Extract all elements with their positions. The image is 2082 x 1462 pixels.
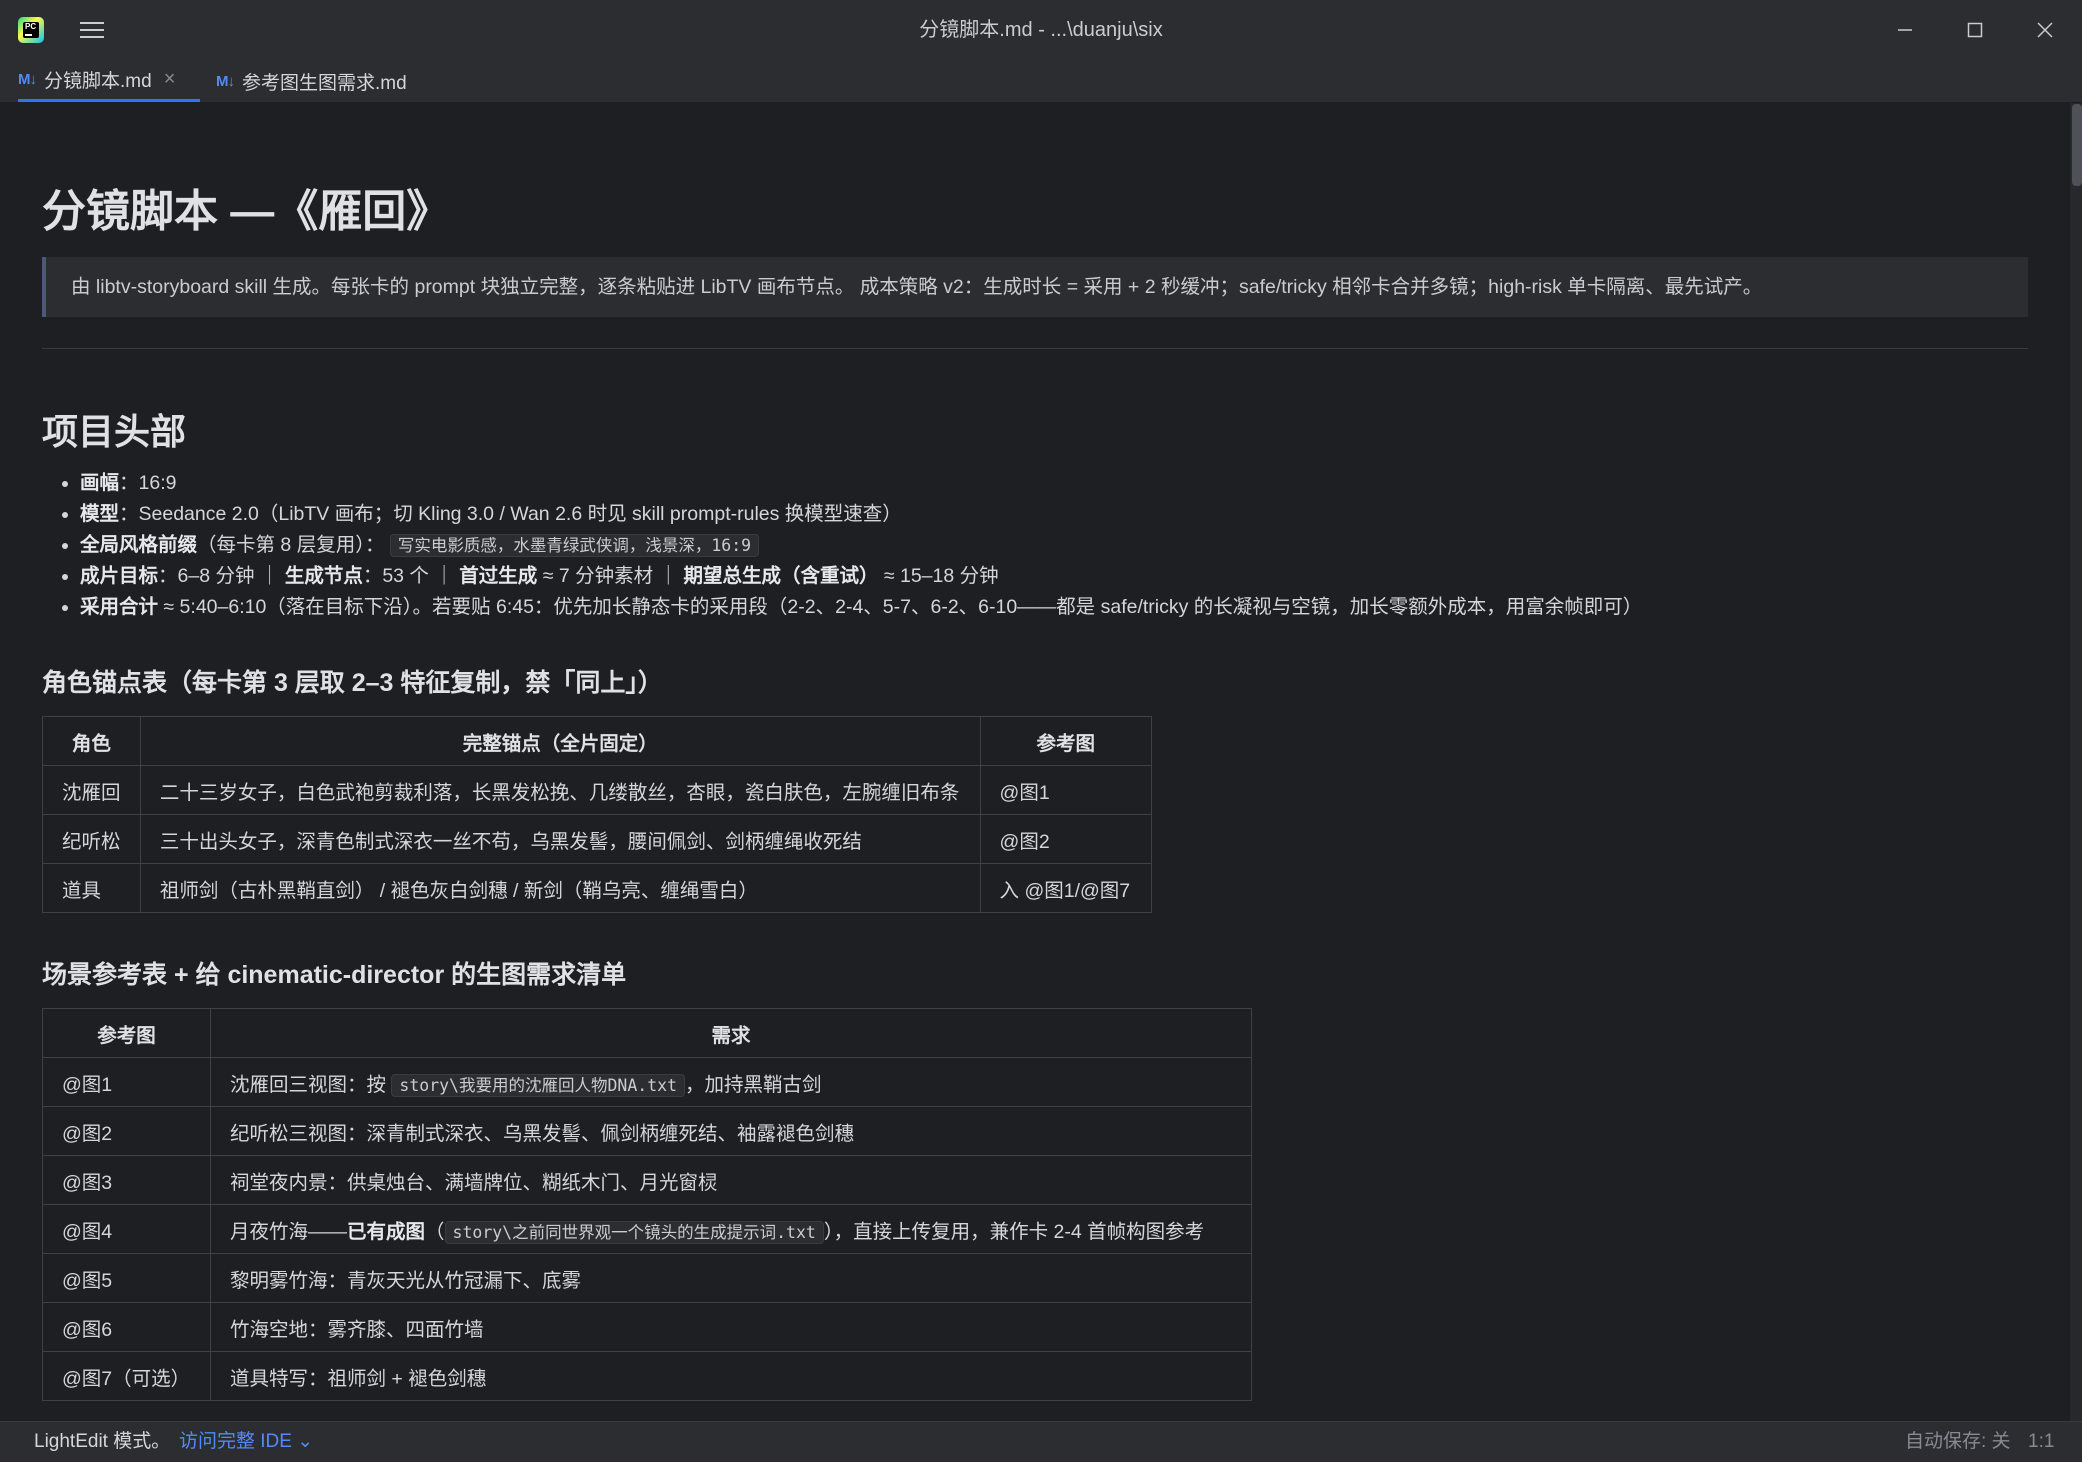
table-cell: 沈雁回 <box>42 765 141 815</box>
table-header: 角色 <box>42 716 141 766</box>
table-cell: @图4 <box>42 1204 211 1254</box>
table-cell: 竹海空地：雾齐膝、四面竹墙 <box>209 1302 1253 1352</box>
table-row: @图3 祠堂夜内景：供桌烛台、满墙牌位、糊纸木门、月光窗棂 <box>42 1155 1253 1205</box>
table-cell: @图1 <box>979 765 1153 815</box>
blockquote: 由 libtv-storyboard skill 生成。每张卡的 prompt … <box>42 257 2028 317</box>
maximize-button[interactable] <box>1940 0 2010 60</box>
editor-tab-bar: M↓ 分镜脚本.md × M↓ 参考图生图需求.md <box>0 60 2082 103</box>
table-row: 沈雁回 二十三岁女子，白色武袍剪裁利落，长黑发松挽、几缕散丝，杏眼，瓷白肤色，左… <box>42 765 1153 815</box>
minimize-icon <box>1898 29 1912 31</box>
table-cell: 纪听松三视图：深青制式深衣、乌黑发髻、佩剑柄缠死结、袖露褪色剑穗 <box>209 1106 1253 1156</box>
table-cell: @图2 <box>42 1106 211 1156</box>
section-heading-project-header: 项目头部 <box>42 411 187 452</box>
scene-reference-table: 参考图 需求 @图1 沈雁回三视图：按 story\我要用的沈雁回人物DNA.t… <box>42 1008 1253 1401</box>
close-icon <box>2037 22 2053 38</box>
list-item: 全局风格前缀（每卡第 8 层复用）： 写实电影质感，水墨青绿武侠调，浅景深，16… <box>42 530 1642 561</box>
table-cell: 祠堂夜内景：供桌烛台、满墙牌位、糊纸木门、月光窗棂 <box>209 1155 1253 1205</box>
chevron-down-icon: ⌄ <box>297 1431 314 1452</box>
status-bar: LightEdit 模式。 访问完整 IDE ⌄ 自动保存: 关 1:1 <box>0 1421 2082 1462</box>
table-row: @图5 黎明雾竹海：青灰天光从竹冠漏下、底雾 <box>42 1253 1253 1303</box>
table-cell: 二十三岁女子，白色武袍剪裁利落，长黑发松挽、几缕散丝，杏眼，瓷白肤色，左腕缠旧布… <box>139 765 981 815</box>
character-anchor-table: 角色 完整锚点（全片固定） 参考图 沈雁回 二十三岁女子，白色武袍剪裁利落，长黑… <box>42 716 1153 913</box>
table-row: 纪听松 三十出头女子，深青色制式深衣一丝不苟，乌黑发髻，腰间佩剑、剑柄缠绳收死结… <box>42 814 1153 864</box>
table-header-row: 参考图 需求 <box>42 1008 1253 1058</box>
table-row: @图1 沈雁回三视图：按 story\我要用的沈雁回人物DNA.txt ，加持黑鞘… <box>42 1057 1253 1107</box>
main-menu-icon[interactable] <box>78 16 106 44</box>
table-cell: 沈雁回三视图：按 story\我要用的沈雁回人物DNA.txt ，加持黑鞘古剑 <box>209 1057 1253 1107</box>
table-cell: 纪听松 <box>42 814 141 864</box>
inline-code: 写实电影质感，水墨青绿武侠调，浅景深，16:9 <box>389 534 760 557</box>
table-cell: 月夜竹海——已有成图（ story\之前同世界观一个镜头的生成提示词.txt ），直… <box>209 1204 1253 1254</box>
minimize-button[interactable] <box>1870 0 1940 60</box>
document-title: 分镜脚本 —《雁回》 <box>42 187 451 236</box>
table-cell: @图2 <box>979 814 1153 864</box>
table-cell: @图6 <box>42 1302 211 1352</box>
tab-reference-image-requirements[interactable]: M↓ 参考图生图需求.md <box>216 60 407 102</box>
table-row: 道具 祖师剑（古朴黑鞘直剑） / 褪色灰白剑穗 / 新剑（鞘乌亮、缠绳雪白） 入… <box>42 863 1153 913</box>
list-item: 成片目标：6–8 分钟 ｜ 生成节点：53 个 ｜ 首过生成 ≈ 7 分钟素材 … <box>42 561 1642 592</box>
open-full-ide-link[interactable]: 访问完整 IDE ⌄ <box>179 1422 313 1462</box>
table-cell: 道具特写：祖师剑 + 褪色剑穗 <box>209 1351 1253 1401</box>
table-row: @图2 纪听松三视图：深青制式深衣、乌黑发髻、佩剑柄缠死结、袖露褪色剑穗 <box>42 1106 1253 1156</box>
horizontal-rule <box>42 348 2028 349</box>
table-cell: @图7（可选） <box>42 1351 211 1401</box>
table-header: 需求 <box>209 1008 1253 1058</box>
list-item: 采用合计 ≈ 5:40–6:10（落在目标下沿）。若要贴 6:45：优先加长静态… <box>42 592 1642 623</box>
inline-code: story\之前同世界观一个镜头的生成提示词.txt <box>444 1220 824 1244</box>
table-header: 参考图 <box>979 716 1153 766</box>
tab-label: 参考图生图需求.md <box>242 72 407 94</box>
table-cell: @图5 <box>42 1253 211 1303</box>
maximize-icon <box>1967 22 1983 38</box>
table-row: @图6 竹海空地：雾齐膝、四面竹墙 <box>42 1302 1253 1352</box>
table-cell: 道具 <box>42 863 141 913</box>
list-item: 模型：Seedance 2.0（LibTV 画布；切 Kling 3.0 / W… <box>42 499 1642 530</box>
markdown-file-icon: M↓ <box>216 72 235 90</box>
markdown-file-icon: M↓ <box>18 71 37 88</box>
title-bar: PC 分镜脚本.md - ...\duanju\six <box>0 0 2082 60</box>
scrollbar-thumb[interactable] <box>2072 104 2082 186</box>
caret-position[interactable]: 1:1 <box>2028 1422 2054 1462</box>
pycharm-logo-icon: PC <box>18 17 44 43</box>
table-row: @图7（可选） 道具特写：祖师剑 + 褪色剑穗 <box>42 1351 1253 1401</box>
table-header: 完整锚点（全片固定） <box>139 716 981 766</box>
tab-label: 分镜脚本.md <box>44 71 152 92</box>
table-cell: 祖师剑（古朴黑鞘直剑） / 褪色灰白剑穗 / 新剑（鞘乌亮、缠绳雪白） <box>139 863 981 913</box>
table-cell: @图3 <box>42 1155 211 1205</box>
lightedit-mode-label: LightEdit 模式。 <box>34 1431 171 1452</box>
close-window-button[interactable] <box>2010 0 2080 60</box>
inline-code: story\我要用的沈雁回人物DNA.txt <box>391 1073 686 1097</box>
project-header-list: 画幅：16:9 模型：Seedance 2.0（LibTV 画布；切 Kling… <box>42 468 1642 623</box>
table-header: 参考图 <box>42 1008 211 1058</box>
section-heading-character-anchors: 角色锚点表（每卡第 3 层取 2–3 特征复制，禁「同上」） <box>42 669 663 697</box>
table-header-row: 角色 完整锚点（全片固定） 参考图 <box>42 716 1153 766</box>
table-cell: 黎明雾竹海：青灰天光从竹冠漏下、底雾 <box>209 1253 1253 1303</box>
table-cell: 三十出头女子，深青色制式深衣一丝不苟，乌黑发髻，腰间佩剑、剑柄缠绳收死结 <box>139 814 981 864</box>
window-title: 分镜脚本.md - ...\duanju\six <box>919 19 1163 41</box>
tab-close-icon[interactable]: × <box>164 68 176 91</box>
table-cell: @图1 <box>42 1057 211 1107</box>
section-heading-scene-references: 场景参考表 + 给 cinematic-director 的生图需求清单 <box>42 961 627 989</box>
list-item: 画幅：16:9 <box>42 468 1642 499</box>
vertical-scrollbar[interactable] <box>2070 103 2082 1421</box>
autosave-status[interactable]: 自动保存: 关 <box>1905 1422 2011 1462</box>
tab-storyboard-script[interactable]: M↓ 分镜脚本.md × <box>18 60 200 102</box>
markdown-preview[interactable]: 分镜脚本 —《雁回》 由 libtv-storyboard skill 生成。每… <box>0 103 2072 1421</box>
table-cell: 入 @图1/@图7 <box>979 863 1153 913</box>
table-row: @图4 月夜竹海——已有成图（ story\之前同世界观一个镜头的生成提示词.tx… <box>42 1204 1253 1254</box>
